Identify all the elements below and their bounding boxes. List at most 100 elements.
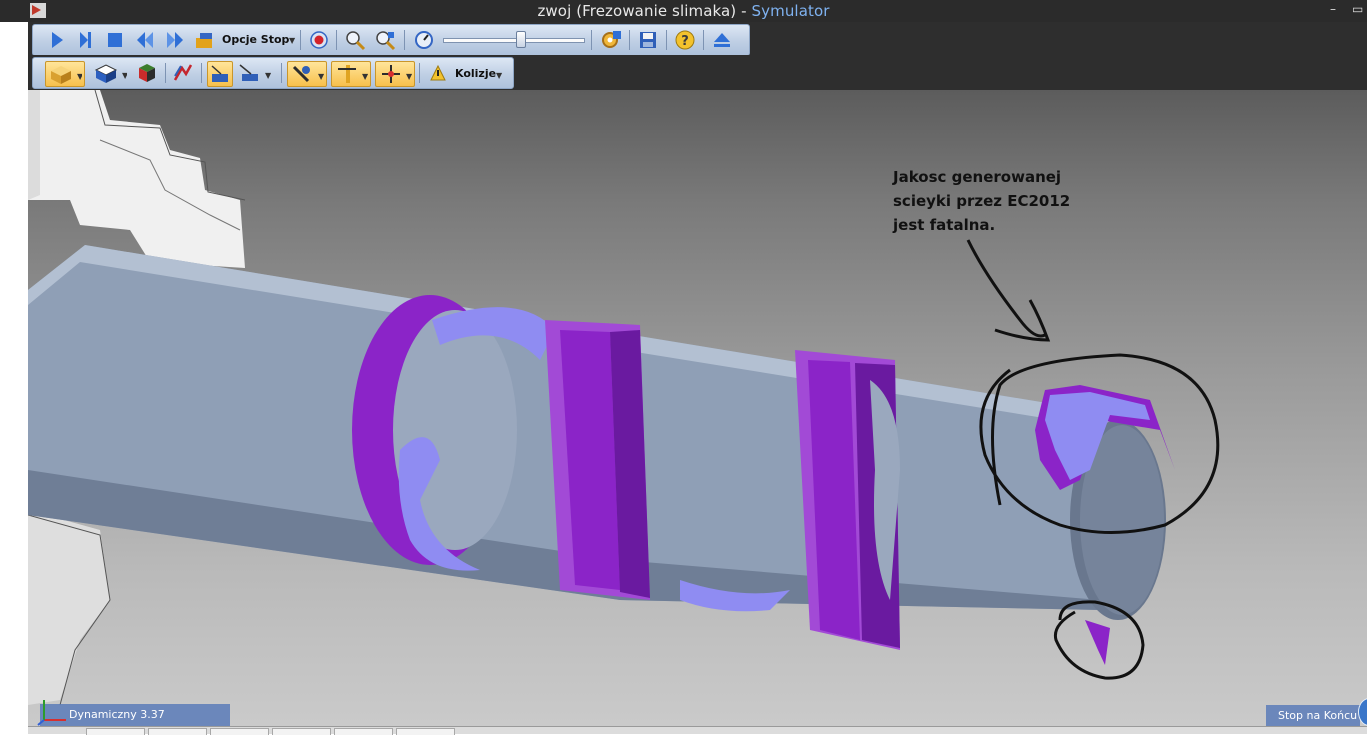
zoom-fit-button[interactable] [373,28,397,52]
stock-view-icon: ▼ [51,66,82,84]
axis-triad-icon [37,700,66,726]
stock-view-button[interactable]: ▼ [45,61,85,87]
fast-forward-button[interactable] [163,28,187,52]
help-button[interactable]: ? [673,28,697,52]
annotation-line-2: scieyki przez EC2012 [893,192,1071,210]
part-view-button[interactable]: ▼ [91,61,129,85]
part-view-icon: ▼ [94,64,127,83]
toolbar-separator [404,30,405,50]
stop-mode-label[interactable]: Stop na Końcu [1278,709,1357,722]
collisions-label[interactable]: Kolizje [455,67,496,80]
fixture-view-button[interactable] [135,61,159,85]
toolpath-icon [173,64,193,81]
svg-text:?: ? [681,34,689,49]
toolbar-separator [666,30,667,50]
view-plane-icon [211,65,228,82]
scene-render [28,90,1220,706]
step-button[interactable] [73,28,97,52]
view-section-icon: ▼ [239,64,271,81]
minimize-button[interactable]: – [1330,2,1336,16]
stop-options-label[interactable]: Opcje Stop [222,33,289,46]
speed-slider[interactable] [443,31,585,48]
collisions-caret-icon[interactable]: ▼ [496,71,502,80]
tool-display-icon: ▼ [292,65,324,83]
annotation-line-1: Jakosc generowanej [893,168,1062,186]
play-icon [52,32,63,48]
toolpath-button[interactable] [171,61,195,85]
stop-options-button[interactable] [193,28,217,52]
simulation-toolbar: Opcje Stop ▼ ? [32,24,750,56]
view-toolbar-row: ▼ ▼ ▼ ▼ ▼ ▼ Kolizje ▼ [28,55,1367,90]
tool-axis-icon: ▼ [382,65,412,83]
rewind-icon [137,32,153,48]
tool-holder-button[interactable]: ▼ [331,61,371,87]
title-document: zwoj (Frezowanie slimaka) - [537,2,752,20]
svg-text:▼: ▼ [362,72,368,81]
stop-button[interactable] [103,28,127,52]
annotation-line-3: jest fatalna. [893,216,996,234]
tool-holder-icon: ▼ [338,65,368,83]
toolbar-separator [281,63,282,83]
record-button[interactable] [307,28,331,52]
stop-options-icon [196,33,212,48]
save-icon [640,32,656,48]
svg-text:▼: ▼ [77,72,82,81]
fast-forward-icon [167,32,183,48]
bottom-tab[interactable] [210,728,269,735]
toolbar-separator [165,63,166,83]
bottom-tab[interactable] [396,728,455,735]
collisions-icon [430,64,446,81]
restore-button[interactable]: ▭ [1352,2,1363,16]
tool-display-button[interactable]: ▼ [287,61,327,87]
window-title: zwoj (Frezowanie slimaka) - Symulator [0,2,1367,20]
play-button[interactable] [45,28,69,52]
view-section-button[interactable]: ▼ [235,61,273,85]
svg-text:▼: ▼ [265,71,271,80]
bottom-tab[interactable] [148,728,207,735]
tool-axis-button[interactable]: ▼ [375,61,415,87]
speed-icon [415,31,433,49]
bottom-tab[interactable] [86,728,145,735]
toolbar-separator [419,63,420,83]
fixture-view-icon [139,64,155,82]
stop-options-caret-icon[interactable]: ▼ [289,36,295,45]
eject-icon [714,33,730,47]
bottom-tab[interactable] [334,728,393,735]
collisions-button[interactable] [426,61,450,85]
view-toolbar: ▼ ▼ ▼ ▼ ▼ ▼ Kolizje ▼ [32,57,514,89]
svg-text:▼: ▼ [406,72,412,81]
simulation-viewport[interactable]: Jakosc generowanej scieyki przez EC2012 … [28,90,1367,726]
render-mode-label: Dynamiczny 3.37 [69,708,165,721]
toolbar-separator [591,30,592,50]
speed-button[interactable] [412,28,436,52]
annotation-text: Jakosc generowanej scieyki przez EC2012 … [893,165,1073,237]
left-margin [0,22,28,733]
speed-slider-track[interactable] [443,38,585,43]
toolbar-separator [201,63,202,83]
step-icon [80,32,91,48]
eject-button[interactable] [710,28,734,52]
speed-slider-thumb[interactable] [516,31,526,48]
view-plane-button[interactable] [207,61,233,87]
title-bar: zwoj (Frezowanie slimaka) - Symulator – … [0,0,1367,22]
zoom-icon [346,31,366,51]
stop-icon [108,33,122,47]
record-icon [310,31,328,49]
title-app-name: Symulator [751,2,830,20]
simulation-toolbar-row: Opcje Stop ▼ ? [28,22,1367,56]
settings-button[interactable] [599,28,623,52]
zoom-button[interactable] [343,28,367,52]
bottom-tab[interactable] [272,728,331,735]
toolbar-separator [336,30,337,50]
fixture-jaw [28,90,245,268]
settings-icon [602,31,621,48]
rewind-button[interactable] [133,28,157,52]
toolbar-separator [300,30,301,50]
zoom-fit-icon [376,31,396,51]
save-button[interactable] [636,28,660,52]
toolbar-separator [703,30,704,50]
svg-text:▼: ▼ [122,71,127,80]
svg-text:▼: ▼ [318,72,324,81]
fixture-base [28,510,110,705]
help-icon: ? [675,30,695,50]
